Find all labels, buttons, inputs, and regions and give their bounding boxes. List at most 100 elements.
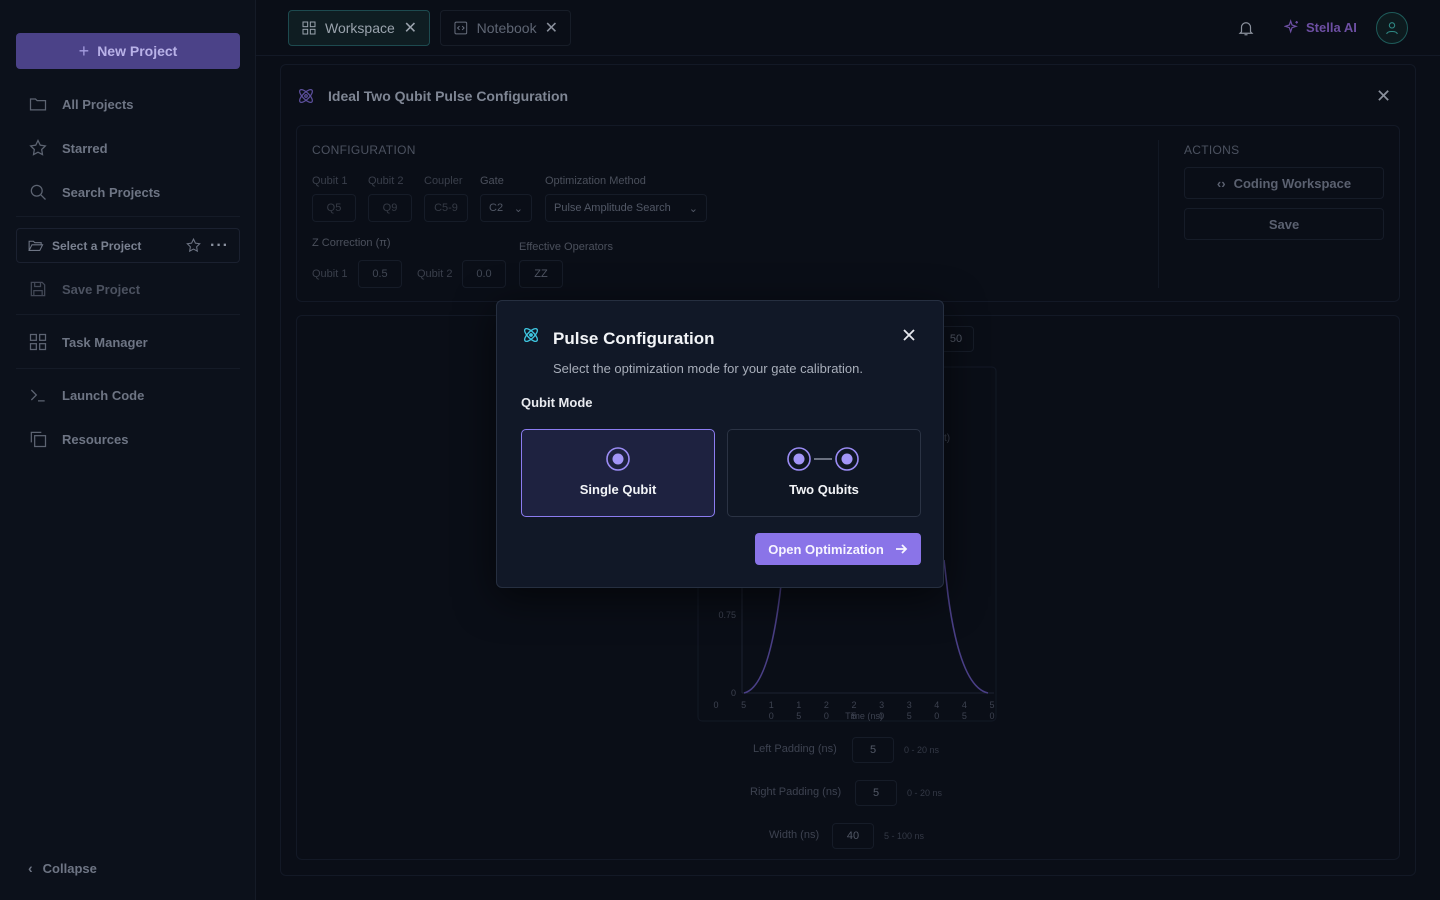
coding-workspace-button[interactable]: ‹› Coding Workspace (1184, 167, 1384, 199)
divider (16, 368, 240, 369)
single-qubit-option[interactable]: Single Qubit (521, 429, 715, 517)
x-tick-label: 2 (851, 700, 856, 710)
sidebar-item-launch-code[interactable]: Launch Code (28, 383, 144, 407)
coupler-label: Coupler (424, 175, 463, 187)
divider (16, 314, 240, 315)
modal-subtitle: Select the optimization mode for your ga… (553, 361, 864, 376)
width-hint: 5 - 100 ns (884, 831, 925, 841)
x-tick-label: 5 (741, 700, 746, 710)
x-tick-label: 3 (907, 700, 912, 710)
optimization-method-label: Optimization Method (545, 175, 646, 187)
divider (1158, 140, 1159, 288)
page-title: Ideal Two Qubit Pulse Configuration (328, 88, 569, 104)
sidebar-item-label: Task Manager (62, 334, 148, 350)
right-padding-hint: 0 - 20 ns (907, 788, 943, 798)
close-tab-icon[interactable]: ✕ (545, 18, 558, 38)
width-input[interactable]: 40 (832, 823, 874, 849)
gate-label: Gate (480, 175, 504, 187)
chevron-down-icon: ⌄ (688, 202, 698, 215)
single-qubit-icon (606, 447, 630, 471)
z-qubit1-input[interactable]: 0.5 (358, 260, 402, 288)
x-tick-label: 2 (824, 700, 829, 710)
sidebar-item-label: Search Projects (62, 184, 161, 200)
tab-notebook[interactable]: Notebook ✕ (440, 10, 571, 46)
x-axis-label: Time (ns) (845, 711, 883, 721)
y-tick-label: 0 (731, 688, 736, 698)
single-qubit-label: Single Qubit (579, 482, 657, 497)
bell-icon[interactable] (1237, 19, 1255, 37)
star-icon (29, 139, 47, 156)
sidebar-item-label: Starred (62, 140, 108, 156)
plus-icon: + (78, 40, 90, 61)
sparkle-icon (1284, 19, 1298, 34)
close-icon[interactable]: ✕ (1376, 86, 1391, 107)
more-options-icon[interactable]: ··· (210, 237, 229, 253)
width-label: Width (ns) (769, 829, 820, 841)
search-icon (30, 184, 46, 200)
x-tick-label: 1 (796, 700, 801, 710)
left-padding-hint: 0 - 20 ns (904, 745, 940, 755)
two-qubits-icon (787, 447, 859, 471)
atom-icon (299, 89, 313, 103)
x-tick-label: 5 (989, 700, 994, 710)
stella-ai-button[interactable]: Stella AI (1284, 19, 1357, 35)
collapse-label: Collapse (42, 860, 97, 876)
left-padding-input[interactable]: 5 (852, 737, 894, 763)
sidebar-item-save-project[interactable]: Save Project (28, 277, 140, 301)
sidebar: + New Project All Projects Starred Searc… (0, 0, 256, 900)
terminal-icon (30, 389, 45, 402)
x-tick-label: 0 (713, 700, 718, 710)
x-tick-label: 0 (934, 711, 939, 721)
coupler-field[interactable]: C5-9 (424, 194, 468, 222)
y-tick-label: 0.75 (718, 610, 736, 620)
atom-icon (523, 327, 539, 343)
effective-operators-field[interactable]: ZZ (519, 260, 563, 288)
modal-title: Pulse Configuration (553, 329, 715, 348)
divider (256, 55, 1440, 56)
grid-icon (302, 21, 316, 35)
arrow-right-icon (895, 544, 908, 554)
sidebar-item-label: All Projects (62, 96, 134, 112)
x-tick-label: 0 (824, 711, 829, 721)
qubit2-field[interactable]: Q9 (368, 194, 412, 222)
save-icon (30, 281, 46, 297)
x-tick-label: 5 (907, 711, 912, 721)
x-tick-label: 0 (769, 711, 774, 721)
open-optimization-button[interactable]: Open Optimization (755, 533, 921, 565)
folder-open-icon (28, 240, 44, 251)
close-icon[interactable] (901, 327, 917, 343)
tab-workspace[interactable]: Workspace ✕ (288, 10, 430, 46)
right-padding-input[interactable]: 5 (855, 780, 897, 806)
save-button[interactable]: Save (1184, 208, 1384, 240)
collapse-button[interactable]: ‹ Collapse (28, 860, 97, 876)
stella-ai-label: Stella AI (1306, 19, 1357, 35)
gate-select[interactable]: C2 ⌄ (480, 194, 532, 222)
configuration-heading: CONFIGURATION (312, 143, 416, 157)
avatar[interactable] (1376, 12, 1408, 44)
x-tick-label: 4 (934, 700, 939, 710)
new-project-label: New Project (97, 43, 178, 59)
user-icon (1386, 22, 1398, 35)
tab-label: Workspace (325, 20, 395, 36)
chevron-down-icon: ⌄ (513, 202, 523, 215)
pulse-configuration-modal: Pulse Configuration Select the optimizat… (496, 300, 944, 588)
sidebar-item-label: Launch Code (62, 387, 145, 403)
sidebar-item-all-projects[interactable]: All Projects (28, 92, 134, 116)
optimization-method-select[interactable]: Pulse Amplitude Search ⌄ (545, 194, 707, 222)
star-icon[interactable] (185, 237, 202, 254)
select-project-dropdown[interactable]: Select a Project ··· (16, 228, 240, 263)
sidebar-item-resources[interactable]: Resources (28, 427, 128, 451)
left-padding-label: Left Padding (ns) (753, 743, 837, 755)
sidebar-item-task-manager[interactable]: Task Manager (28, 330, 148, 354)
z-qubit2-input[interactable]: 0.0 (462, 260, 506, 288)
effective-operators-label: Effective Operators (519, 241, 613, 253)
actions-heading: ACTIONS (1184, 143, 1240, 157)
sidebar-item-starred[interactable]: Starred (28, 136, 108, 160)
new-project-button[interactable]: + New Project (16, 33, 240, 69)
close-tab-icon[interactable]: ✕ (404, 18, 417, 38)
tab-label: Notebook (476, 20, 537, 36)
qubit1-field[interactable]: Q5 (312, 194, 356, 222)
sidebar-item-search-projects[interactable]: Search Projects (28, 180, 160, 204)
qubit2-label: Qubit 2 (368, 175, 404, 187)
two-qubits-option[interactable]: Two Qubits (727, 429, 921, 517)
